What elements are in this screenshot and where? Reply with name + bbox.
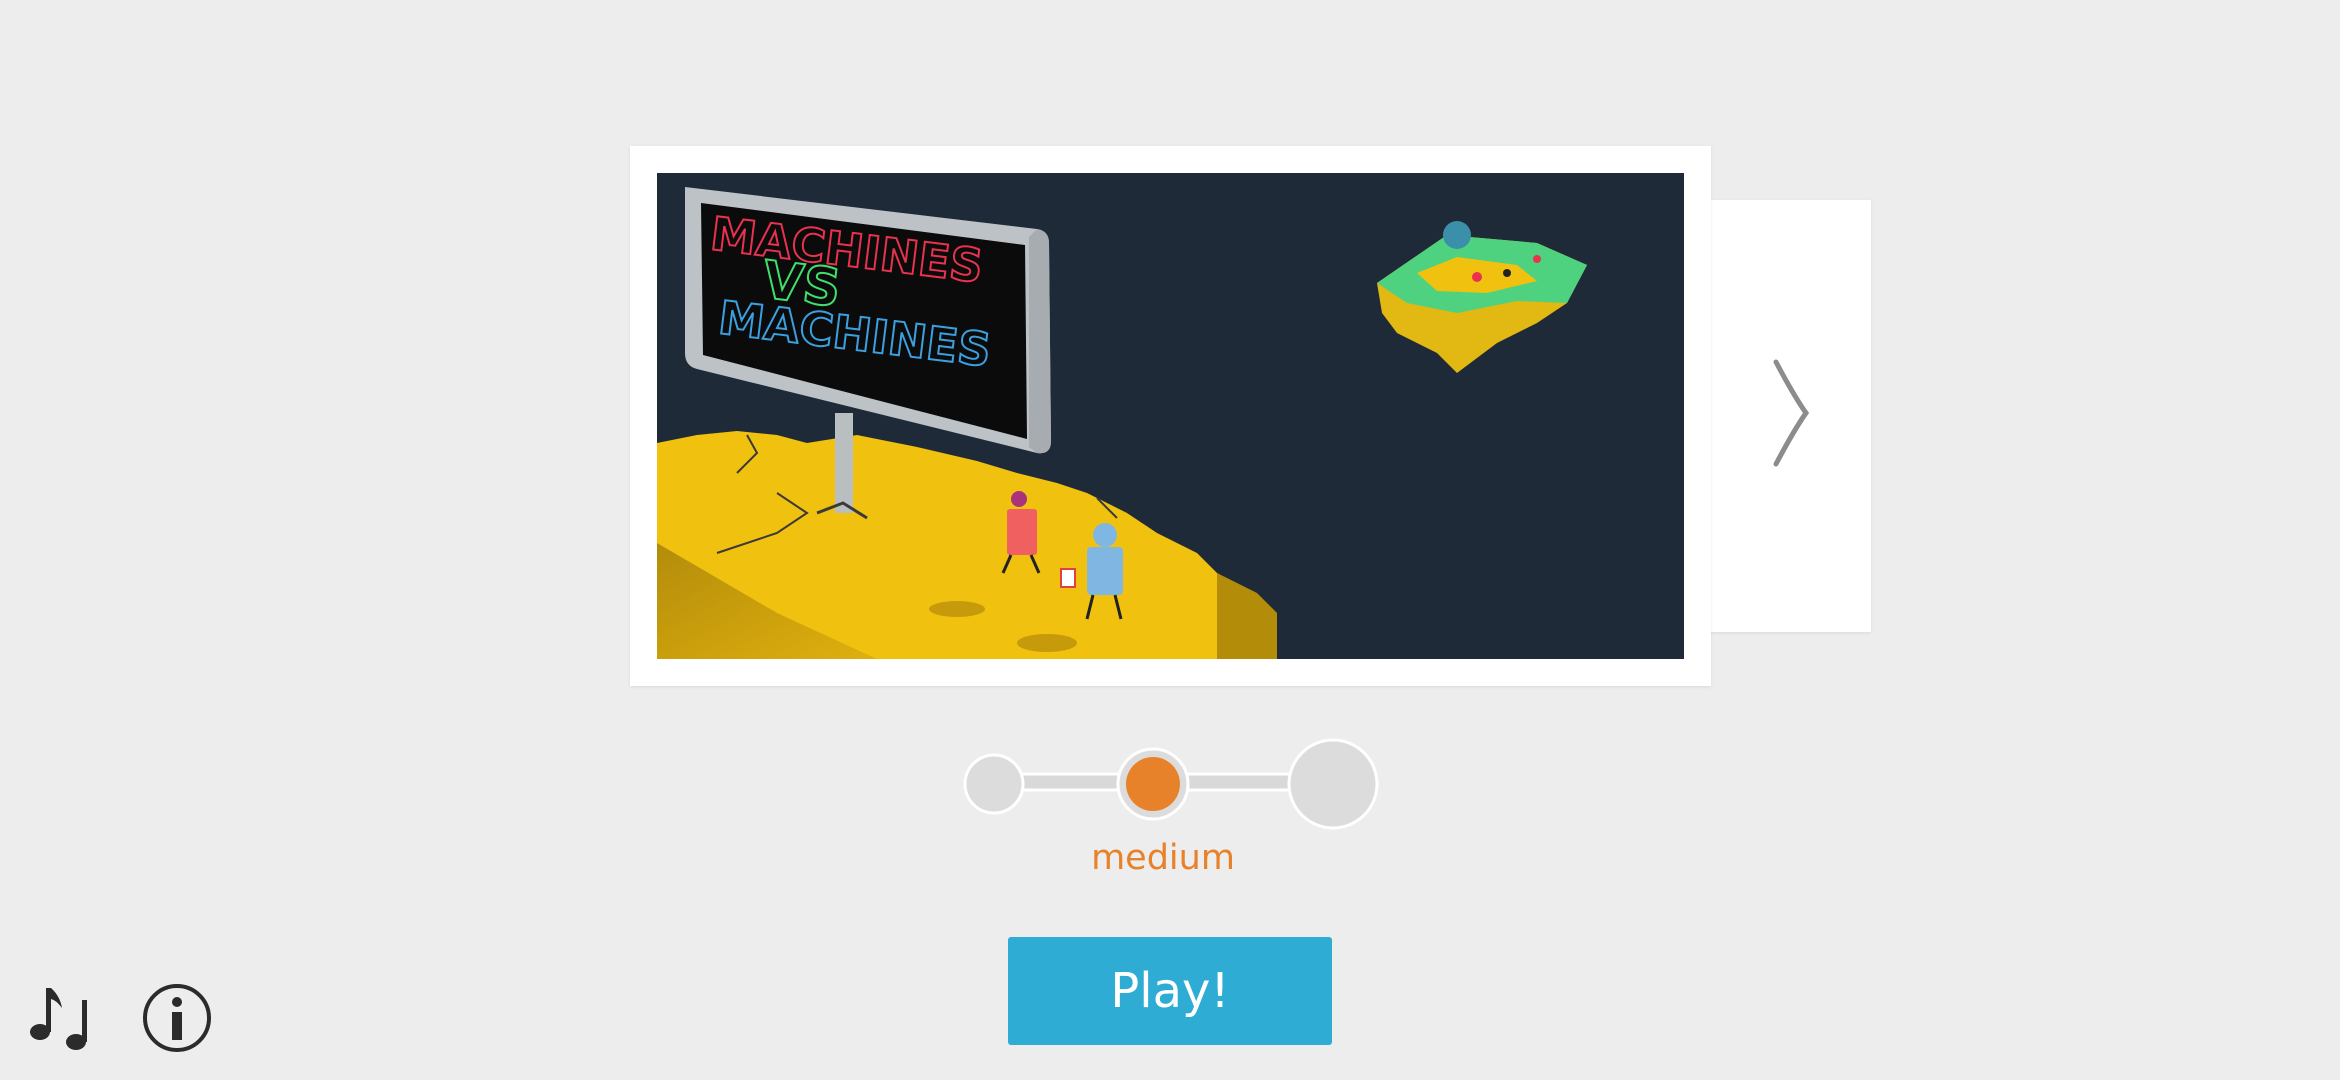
next-level-button[interactable] [1772,358,1812,468]
music-notes-icon [30,988,87,1050]
level-preview-image: MACHINES VS MACHINES [657,173,1684,659]
info-button[interactable] [141,982,213,1054]
level-select-screen: MACHINES VS MACHINES medium Play! [0,0,2340,1080]
info-icon [143,984,211,1052]
play-button[interactable]: Play! [1008,937,1332,1045]
music-toggle-button[interactable] [26,982,98,1054]
difficulty-option-easy[interactable] [963,753,1025,815]
difficulty-label: medium [1091,838,1235,878]
level-card[interactable]: MACHINES VS MACHINES [630,146,1711,686]
chevron-right-icon [1773,359,1810,467]
difficulty-option-hard[interactable] [1287,738,1379,830]
difficulty-selected-marker [1126,757,1180,811]
popcorn [1060,568,1076,588]
floating-island [1377,221,1587,373]
difficulty-slider[interactable] [960,738,1380,838]
